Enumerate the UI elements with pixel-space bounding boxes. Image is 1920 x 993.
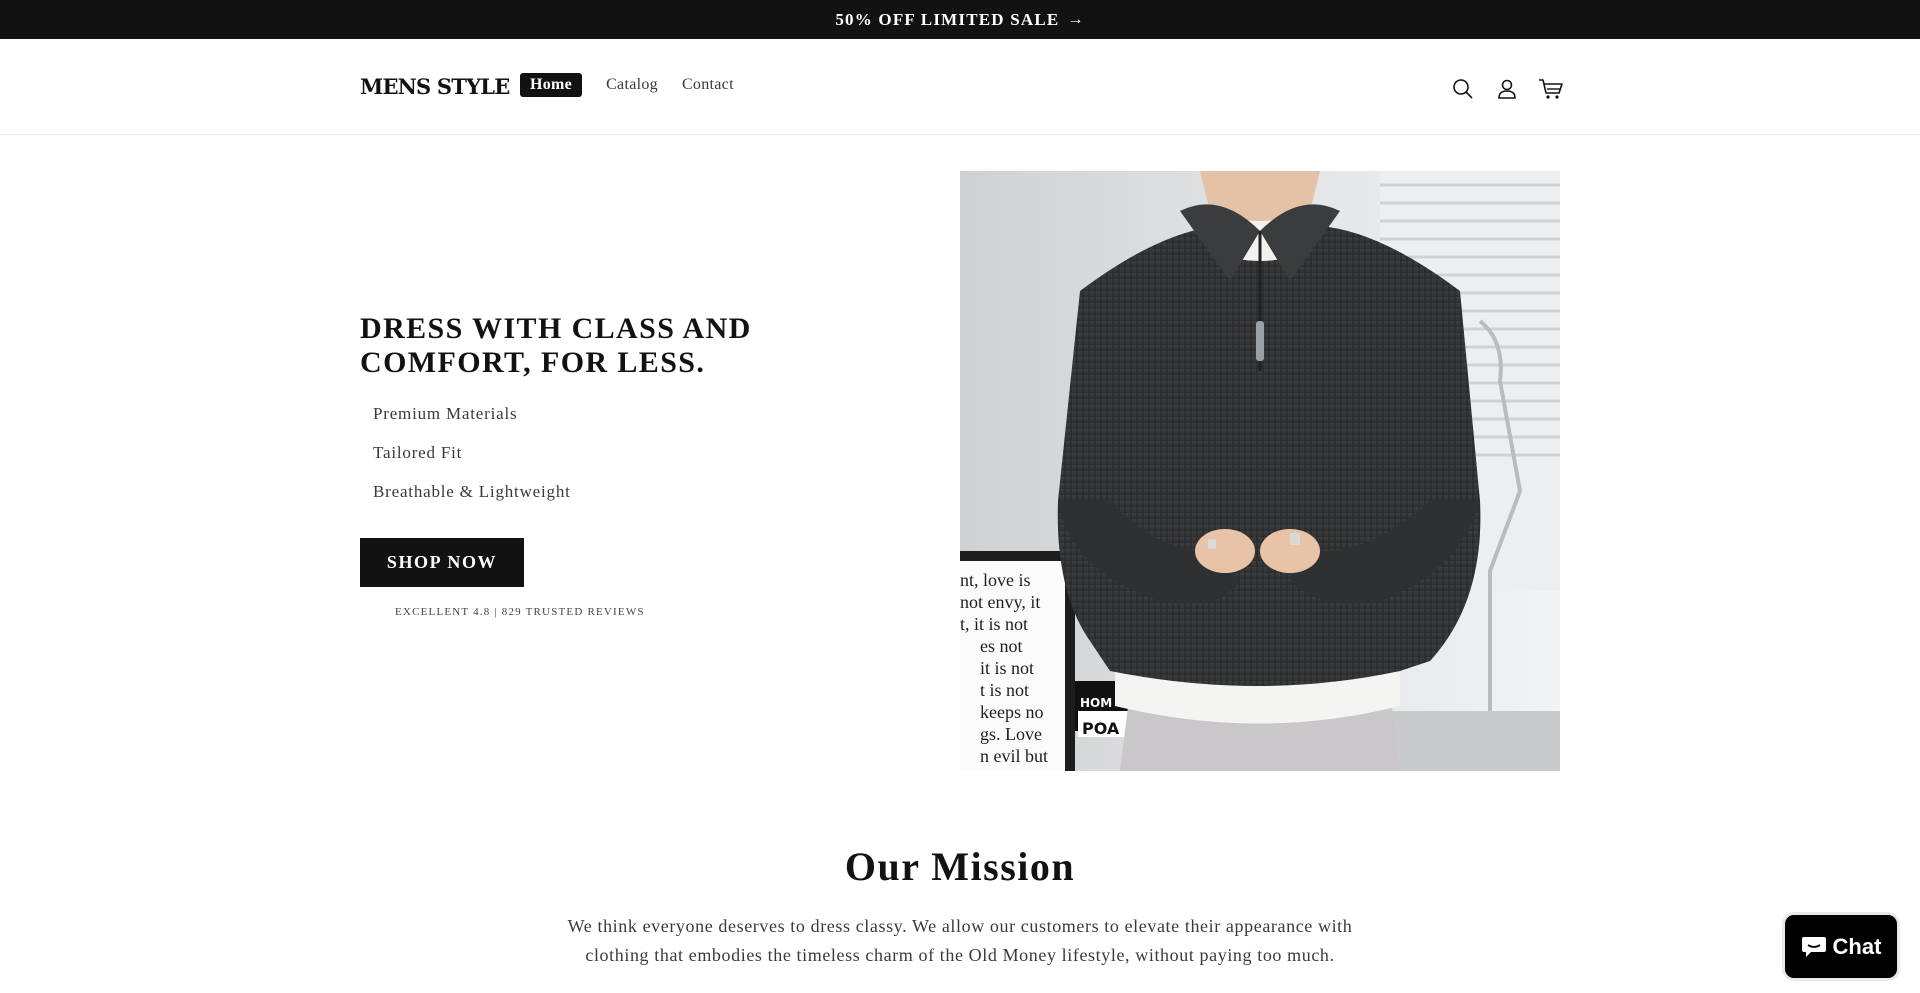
feature-item: Premium Materials	[373, 404, 518, 423]
reviews-summary: EXCELLENT 4.8 | 829 TRUSTED REVIEWS	[395, 606, 645, 618]
hero-title: DRESS WITH CLASS AND COMFORT, FOR LESS.	[360, 312, 752, 379]
cart-icon[interactable]	[1536, 74, 1566, 104]
poster-text-line: keeps no	[980, 702, 1043, 722]
announcement-bar[interactable]: 50% OFF LIMITED SALE →	[0, 0, 1920, 39]
feature-item: Breathable & Lightweight	[373, 482, 571, 501]
poster-text-line: es not	[980, 636, 1023, 656]
poster-text-line: n evil but	[980, 746, 1048, 766]
poster-text-line: gs. Love	[980, 724, 1042, 744]
arrow-right-icon: →	[1067, 10, 1085, 28]
badge-text: POA	[1082, 719, 1120, 738]
announcement-text: 50% OFF LIMITED SALE	[835, 9, 1060, 29]
main-nav: Home Catalog Contact	[520, 73, 758, 97]
poster-text-line: it is not	[980, 658, 1034, 678]
chat-bubble-icon	[1801, 936, 1826, 957]
hero-product-image: nt, love is not envy, it t, it is not es…	[960, 171, 1560, 771]
shop-now-button[interactable]: SHOP NOW	[360, 538, 524, 587]
nav-home[interactable]: Home	[520, 73, 583, 97]
mission-title: Our Mission	[844, 844, 1076, 889]
header-icons	[1448, 74, 1580, 104]
search-icon[interactable]	[1448, 74, 1478, 104]
poster-text-line: t is not	[980, 680, 1029, 700]
feature-item: Tailored Fit	[373, 443, 463, 462]
feature-list: Premium Materials Tailored Fit Breathabl…	[373, 404, 571, 521]
chat-button[interactable]: Chat	[1782, 912, 1900, 981]
badge-text: HOM	[1080, 696, 1112, 710]
poster-text-line: nt, love is	[960, 570, 1031, 590]
site-logo[interactable]: MENS STYLE	[360, 74, 510, 99]
poster-text-line: not envy, it	[960, 592, 1040, 612]
poster-text-line: t, it is not	[960, 614, 1028, 634]
mission-text: We think everyone deserves to dress clas…	[567, 916, 1353, 965]
account-icon[interactable]	[1492, 74, 1522, 104]
site-header: MENS STYLE Home Catalog Contact	[0, 39, 1920, 135]
chat-label: Chat	[1832, 933, 1882, 959]
nav-contact[interactable]: Contact	[682, 73, 734, 97]
nav-catalog[interactable]: Catalog	[606, 73, 658, 97]
